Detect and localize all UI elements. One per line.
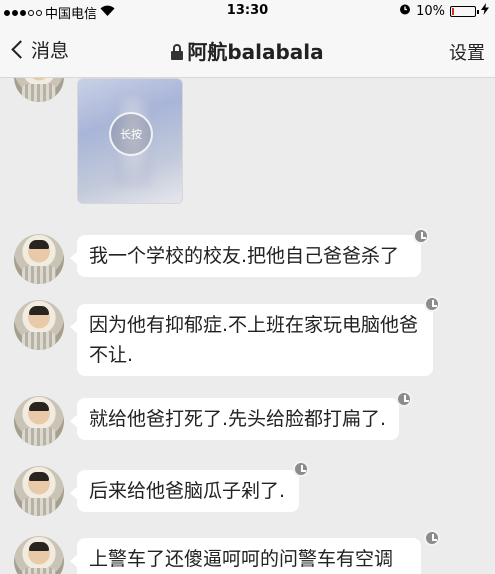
clock-icon (413, 228, 429, 244)
avatar[interactable] (14, 234, 64, 284)
avatar[interactable] (14, 536, 64, 574)
bolt-icon (481, 3, 489, 19)
message-bubble[interactable]: 上警车了还傻逼呵呵的问警车有空调 (70, 538, 421, 574)
avatar[interactable] (14, 300, 64, 350)
nav-bar: 消息 阿航balabala 设置 (0, 22, 495, 78)
chat-area[interactable]: 长按 我一个学校的校友.把他自己爸爸杀了 因为他有抑郁症.不上班在家玩电脑他爸不… (0, 78, 495, 574)
long-press-hint: 长按 (109, 112, 153, 156)
message-bubble[interactable]: 后来给他爸脑瓜子剁了. (70, 470, 299, 512)
image-message[interactable]: 长按 (77, 78, 183, 204)
battery-percent: 10% (416, 3, 445, 19)
message-bubble[interactable]: 就给他爸打死了.先头给脸都打扁了. (70, 398, 399, 440)
avatar[interactable] (14, 466, 64, 516)
clock-icon (396, 391, 412, 407)
status-bar: 中国电信 13:30 10% (0, 0, 495, 22)
battery-icon (450, 5, 479, 17)
message-bubble[interactable]: 因为他有抑郁症.不上班在家玩电脑他爸不让. (70, 304, 433, 376)
clock-icon (424, 530, 440, 546)
status-right: 10% (399, 3, 489, 19)
settings-button[interactable]: 设置 (449, 39, 485, 65)
message-bubble[interactable]: 我一个学校的校友.把他自己爸爸杀了 (70, 235, 421, 277)
battery-fill (452, 7, 454, 15)
clock-icon (424, 296, 440, 312)
avatar[interactable] (14, 78, 64, 102)
alarm-icon (399, 3, 411, 19)
lock-icon (171, 44, 184, 60)
avatar[interactable] (14, 396, 64, 446)
chat-title-text: 阿航balabala (187, 40, 324, 64)
chat-title: 阿航balabala (0, 36, 495, 65)
clock-icon (293, 461, 309, 477)
